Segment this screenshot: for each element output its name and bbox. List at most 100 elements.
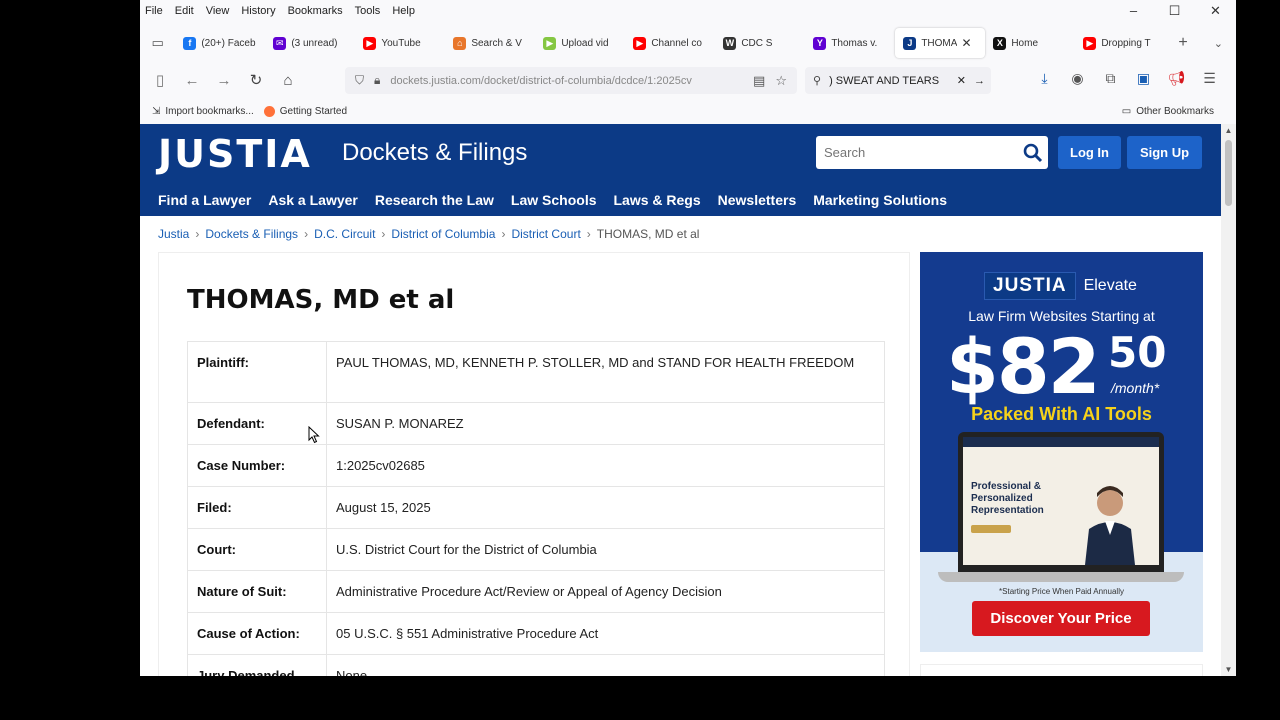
attorney-photo <box>1085 486 1135 565</box>
search-icon[interactable] <box>1018 136 1048 169</box>
row-value: U.S. District Court for the District of … <box>326 528 885 571</box>
search-input[interactable] <box>816 136 1018 169</box>
import-bookmarks[interactable]: ⇲ Import bookmarks... <box>152 106 254 117</box>
tab-overview-icon[interactable]: ▭ <box>140 35 175 51</box>
url-text: dockets.justia.com/docket/district-of-co… <box>390 74 692 87</box>
breadcrumb-separator: › <box>195 227 200 241</box>
find-clear-icon[interactable]: ✕ <box>957 74 966 87</box>
audio-icon: W <box>723 36 737 50</box>
browser-tab[interactable]: ⌂ Search & V <box>445 28 535 58</box>
menu-view[interactable]: View <box>206 5 230 17</box>
other-bookmarks[interactable]: ▭ Other Bookmarks <box>1122 106 1214 117</box>
login-button[interactable]: Log In <box>1058 136 1121 169</box>
browser-tab[interactable]: X Home <box>985 28 1075 58</box>
scroll-up-icon[interactable]: ▲ <box>1221 126 1236 135</box>
address-bar[interactable]: ⛉ 🔒︎ dockets.justia.com/docket/district-… <box>345 67 797 94</box>
browser-tab[interactable]: Y Thomas v. <box>805 28 895 58</box>
tab-label: Upload vid <box>561 37 609 49</box>
tab-strip: ▭ f (20+) Faceb ✉ (3 unread) ▶ YouTube ⌂ Search… <box>140 26 1236 60</box>
browser-tab[interactable]: ▶ Dropping T <box>1075 28 1165 58</box>
getting-started-label: Getting Started <box>279 105 348 117</box>
app-menu-icon[interactable]: ☰ <box>1193 70 1226 87</box>
tab-label: THOMA <box>921 37 958 49</box>
getting-started-bookmark[interactable]: Getting Started <box>263 105 348 117</box>
close-window-button[interactable]: ✕ <box>1195 0 1236 22</box>
sidebar-toggle-icon[interactable]: ▯ <box>144 71 176 89</box>
nav-newsletters[interactable]: Newsletters <box>718 192 797 208</box>
row-label: Court: <box>187 528 327 571</box>
close-tab-icon[interactable]: ✕ <box>961 36 971 50</box>
row-label: Cause of Action: <box>187 612 327 655</box>
browser-tab[interactable]: J THOMA ✕ <box>895 28 986 58</box>
case-card: THOMAS, MD et al Plaintiff: PAUL THOMAS, … <box>158 252 910 676</box>
menu-help[interactable]: Help <box>392 5 415 17</box>
home-button[interactable]: ⌂ <box>272 72 304 89</box>
justia-logo[interactable]: JUSTIA <box>158 132 312 176</box>
nav-research-law[interactable]: Research the Law <box>375 192 494 208</box>
extension-badge-icon[interactable]: ▣ <box>1127 70 1160 87</box>
nav-laws-regs[interactable]: Laws & Regs <box>614 192 701 208</box>
site-header: JUSTIA Dockets & Filings Log In Sign Up … <box>140 124 1221 216</box>
find-next-icon[interactable]: → <box>974 75 985 87</box>
menu-bookmarks[interactable]: Bookmarks <box>288 5 343 17</box>
megaphone-icon[interactable]: 📢︎ <box>1160 70 1193 87</box>
maximize-button[interactable]: ☐ <box>1154 0 1195 22</box>
ad-logo: JUSTIA Elevate <box>984 272 1137 300</box>
ad-product: Elevate <box>1083 277 1137 294</box>
scrollbar-thumb[interactable] <box>1225 140 1232 206</box>
browser-tab[interactable]: ✉ (3 unread) <box>265 28 355 58</box>
nav-ask-lawyer[interactable]: Ask a Lawyer <box>268 192 358 208</box>
browser-tab[interactable]: ▶ Upload vid <box>535 28 625 58</box>
laptop-base <box>938 572 1184 582</box>
nav-find-lawyer[interactable]: Find a Lawyer <box>158 192 251 208</box>
reader-view-icon[interactable]: ▤ <box>753 73 765 89</box>
facebook-icon: f <box>183 36 197 50</box>
breadcrumb-dockets[interactable]: Dockets & Filings <box>205 227 298 241</box>
rumble-icon: ▶ <box>543 36 557 50</box>
browser-tab[interactable]: f (20+) Faceb <box>175 28 265 58</box>
nav-marketing-solutions[interactable]: Marketing Solutions <box>813 192 947 208</box>
tab-label: (3 unread) <box>291 37 338 49</box>
account-icon[interactable]: ◉ <box>1061 70 1094 87</box>
bookmark-star-icon[interactable]: ☆ <box>775 73 787 89</box>
justia-elevate-ad[interactable]: JUSTIA Elevate Law Firm Websites Startin… <box>920 252 1203 652</box>
breadcrumb-justia[interactable]: Justia <box>158 227 189 241</box>
browser-tab[interactable]: ▶ Channel co <box>625 28 715 58</box>
forward-button[interactable]: → <box>208 72 240 89</box>
back-button[interactable]: ← <box>176 72 208 89</box>
scroll-down-icon[interactable]: ▼ <box>1221 665 1236 674</box>
table-row: Court: U.S. District Court for the Distri… <box>187 528 885 571</box>
table-row: Case Number: 1:2025cv02685 <box>187 444 885 487</box>
menu-history[interactable]: History <box>241 5 275 17</box>
row-value: August 15, 2025 <box>326 486 885 529</box>
nav-law-schools[interactable]: Law Schools <box>511 192 597 208</box>
screen-button <box>971 525 1011 533</box>
menu-file[interactable]: File <box>145 5 163 17</box>
search-folder-icon: ⌂ <box>453 36 467 50</box>
breadcrumb-district-court[interactable]: District Court <box>511 227 580 241</box>
new-tab-button[interactable]: + <box>1165 34 1200 52</box>
tab-label: Home <box>1011 37 1039 49</box>
row-label: Nature of Suit: <box>187 570 327 613</box>
section-title[interactable]: Dockets & Filings <box>342 139 527 167</box>
menu-tools[interactable]: Tools <box>355 5 381 17</box>
signup-button[interactable]: Sign Up <box>1127 136 1202 169</box>
browser-tab[interactable]: W CDC S <box>715 28 805 58</box>
laptop-image: Professional & Personalized Representati… <box>958 432 1164 572</box>
browser-tab[interactable]: ▶ YouTube <box>355 28 445 58</box>
menu-edit[interactable]: Edit <box>175 5 194 17</box>
reload-button[interactable]: ↻ <box>240 71 272 89</box>
row-label: Jury Demanded <box>187 654 327 676</box>
find-field[interactable]: ⚲ ) SWEAT AND TEARS ✕ → <box>805 67 991 94</box>
breadcrumb-dc-circuit[interactable]: D.C. Circuit <box>314 227 375 241</box>
tab-list-chevron-icon[interactable]: ⌄ <box>1201 37 1236 50</box>
youtube-icon: ▶ <box>633 36 647 50</box>
discover-price-button[interactable]: Discover Your Price <box>972 601 1150 636</box>
minimize-button[interactable]: – <box>1113 0 1154 22</box>
page-scrollbar[interactable]: ▲ ▼ <box>1221 124 1236 676</box>
downloads-icon[interactable]: ⤓ <box>1028 70 1061 87</box>
row-label: Defendant: <box>187 402 327 445</box>
breadcrumb-district-of-columbia[interactable]: District of Columbia <box>391 227 495 241</box>
screen-nav-bar <box>963 437 1159 447</box>
extensions-icon[interactable]: ⧉ <box>1094 70 1127 87</box>
